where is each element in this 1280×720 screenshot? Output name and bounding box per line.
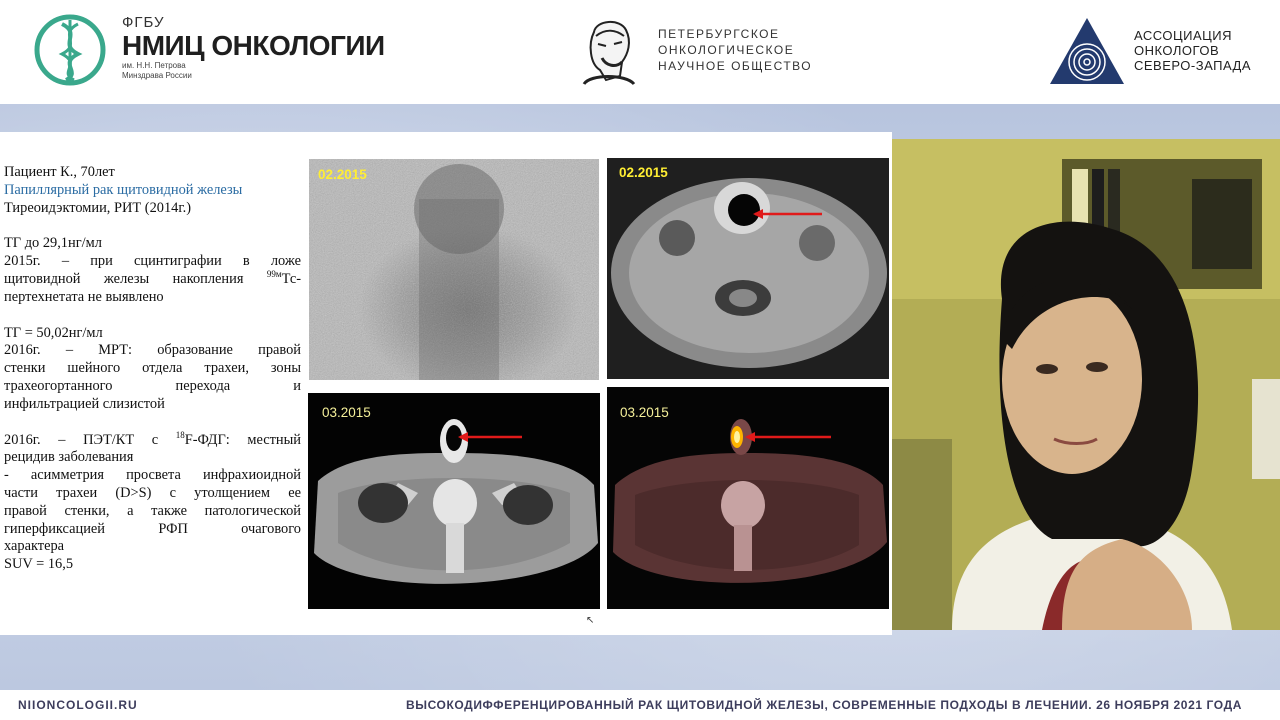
pet-date-label: 03.2015 (620, 405, 669, 420)
scintigraphy-date-label: 02.2015 (318, 167, 367, 182)
logo2-line2: ОНКОЛОГИЧЕСКОЕ (658, 43, 795, 57)
header-bar: ФГБУ НМИЦ ОНКОЛОГИИ им. Н.Н. Петрова Мин… (0, 0, 1280, 104)
tg-initial-line: ТГ до 29,1нг/мл (4, 235, 102, 252)
pet-line3: - асимметрия просвета инфрахиоидной (4, 467, 301, 484)
footer-bar: NIIONCOLOGII.RU ВЫСОКОДИФФЕРЕНЦИРОВАННЫЙ… (0, 690, 1280, 720)
mri-line4: инфильтрацией слизистой (4, 395, 165, 412)
pet-line5: правой стенки, а также патологической (4, 502, 301, 519)
pet-line4: части трахеи (D>S) с утолщением ее (4, 484, 301, 501)
mri-scan-drawing (611, 178, 887, 368)
portrait-engraving-icon (582, 21, 636, 86)
scintigraphy-texture (309, 159, 599, 380)
logo-petersburg-oncology-society: ПЕТЕРБУРГСКОЕ ОНКОЛОГИЧЕСКОЕ НАУЧНОЕ ОБЩ… (658, 26, 812, 74)
speaker-webcam (892, 139, 1280, 630)
logo2-line3: НАУЧНОЕ ОБЩЕСТВО (658, 59, 813, 73)
treatment-line: Тиреоидэктомии, РИТ (2014г.) (4, 199, 192, 216)
dna-caduceus-icon (34, 14, 106, 86)
logo1-sub-line2: Минздрава России (122, 71, 192, 80)
speaker-video-frame (892, 139, 1280, 630)
footer-event-title: ВЫСОКОДИФФЕРЕНЦИРОВАННЫЙ РАК ЩИТОВИДНОЙ … (405, 698, 1242, 712)
suv-line: SUV = 16,5 (4, 556, 74, 573)
case-description: Пациент К., 70лет Папиллярный рак щитови… (4, 164, 301, 574)
scintigraphy-line1: 2015г. – при сцинтиграфии в ложе (4, 253, 301, 270)
logo1-title: НМИЦ ОНКОЛОГИИ (122, 30, 385, 61)
scint-text-b: Тс- (281, 270, 301, 287)
logo1-small-text: ФГБУ (122, 14, 165, 31)
logo3-line1: АССОЦИАЦИЯ (1134, 28, 1232, 43)
pet-ct-image: 03.2015 (607, 387, 889, 609)
pet-isotope-sup: 18 (175, 429, 185, 440)
mri-line2: стенки шейного отдела трахеи, зоны (4, 360, 301, 377)
pet-text-a: 2016г. – ПЭТ/КТ с (4, 431, 176, 448)
pet-text-b: F-ФДГ: местный (184, 431, 302, 448)
mri-line1: 2016г. – МРТ: образование правой (4, 342, 301, 359)
pet-line7: характера (4, 538, 65, 555)
scint-text-a: щитовидной железы накопления (4, 270, 267, 287)
logo1-sub-line1: им. Н.Н. Петрова (122, 61, 186, 70)
patient-line: Пациент К., 70лет (4, 164, 115, 180)
ct-scan-drawing (314, 419, 598, 584)
footer-site-link[interactable]: NIIONCOLOGII.RU (18, 698, 138, 712)
ct-date-label: 03.2015 (322, 405, 371, 420)
pet-ct-scan-drawing (613, 419, 887, 583)
scintigraphy-image: 02.2015 (309, 159, 599, 380)
mri-date-label: 02.2015 (619, 165, 668, 180)
logo-association-northwest-oncologists: АССОЦИАЦИЯ ОНКОЛОГОВ СЕВЕРО-ЗАПАДА (1134, 28, 1251, 73)
diagnosis-line: Папиллярный рак щитовидной железы (4, 181, 243, 198)
triangle-logo-icon (1050, 18, 1124, 84)
scint-isotope-sup: 99м (266, 269, 282, 280)
scintigraphy-line2: щитовидной железы накопления 99мТс- (4, 269, 301, 289)
mri-image: 02.2015 (607, 158, 889, 379)
logo2-line1: ПЕТЕРБУРГСКОЕ (658, 27, 780, 41)
mouse-cursor-icon: ↖ (586, 615, 595, 626)
pet-line6: гиперфиксацией РФП очагового (4, 520, 301, 537)
pet-line2: рецидив заболевания (4, 449, 134, 466)
ct-image: 03.2015 (308, 393, 600, 609)
mri-line3: трахеогортанного перехода и (4, 377, 301, 394)
logo-nmits-oncology: ФГБУ НМИЦ ОНКОЛОГИИ им. Н.Н. Петрова Мин… (122, 14, 385, 81)
pet-line1: 2016г. – ПЭТ/КТ с 18F-ФДГ: местный (4, 429, 302, 450)
logo3-line2: ОНКОЛОГОВ (1134, 43, 1220, 58)
logo3-line3: СЕВЕРО-ЗАПАДА (1134, 58, 1252, 73)
scintigraphy-line3: пертехнетата не выявлено (4, 288, 164, 305)
tg-current-line: ТГ = 50,02нг/мл (4, 324, 103, 341)
